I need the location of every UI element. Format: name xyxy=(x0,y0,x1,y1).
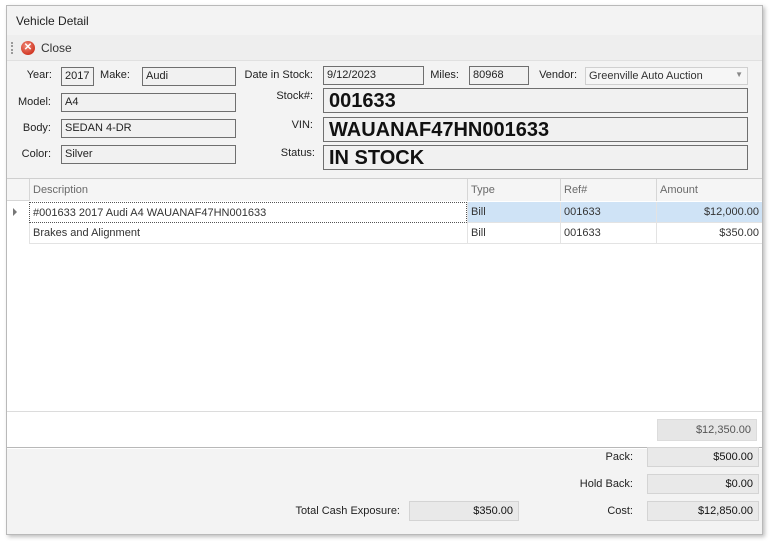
date-in-stock-label: Date in Stock: xyxy=(244,69,313,81)
column-header-type[interactable]: Type xyxy=(467,179,560,201)
cell-amount[interactable]: $12,000.00 xyxy=(656,202,762,223)
stock-field[interactable]: 001633 xyxy=(323,88,748,113)
cost-value: $12,850.00 xyxy=(647,501,759,521)
toolbar-grip-handle[interactable] xyxy=(11,42,13,54)
column-header-amount[interactable]: Amount xyxy=(656,179,762,201)
vin-field[interactable]: WAUANAF47HN001633 xyxy=(323,117,748,142)
cost-label: Cost: xyxy=(607,505,633,517)
vendor-value: Greenville Auto Auction xyxy=(589,70,703,82)
total-cash-exposure-label: Total Cash Exposure: xyxy=(295,505,400,517)
grid-total-amount: $12,350.00 xyxy=(657,419,757,441)
color-field[interactable]: Silver xyxy=(61,145,236,164)
column-header-description[interactable]: Description xyxy=(29,179,467,201)
cell-ref[interactable]: 001633 xyxy=(560,202,656,223)
table-row[interactable]: Brakes and Alignment Bill 001633 $350.00 xyxy=(7,223,762,244)
close-button-label: Close xyxy=(41,41,72,55)
chevron-down-icon[interactable]: ▼ xyxy=(735,70,743,79)
cell-description[interactable]: Brakes and Alignment xyxy=(29,223,467,244)
close-button[interactable]: ✕ Close xyxy=(21,39,72,57)
hold-back-label: Hold Back: xyxy=(579,478,633,490)
cell-type[interactable]: Bill xyxy=(467,223,560,244)
close-icon: ✕ xyxy=(21,41,35,55)
miles-label: Miles: xyxy=(430,69,459,81)
stock-label: Stock#: xyxy=(276,90,313,102)
cell-type[interactable]: Bill xyxy=(467,202,560,223)
model-label: Model: xyxy=(17,96,51,108)
color-label: Color: xyxy=(21,148,51,160)
total-cash-exposure-value: $350.00 xyxy=(409,501,519,521)
cell-description[interactable]: #001633 2017 Audi A4 WAUANAF47HN001633 xyxy=(29,202,467,223)
pack-label: Pack: xyxy=(605,451,633,463)
year-field[interactable]: 2017 xyxy=(61,67,94,86)
miles-field[interactable]: 80968 xyxy=(469,66,529,85)
window-title: Vehicle Detail xyxy=(7,6,762,35)
cell-ref[interactable]: 001633 xyxy=(560,223,656,244)
row-indicator-icon xyxy=(13,208,17,216)
date-in-stock-field[interactable]: 9/12/2023 xyxy=(323,66,424,85)
status-field[interactable]: IN STOCK xyxy=(323,145,748,170)
body-field[interactable]: SEDAN 4-DR xyxy=(61,119,236,138)
table-row[interactable]: #001633 2017 Audi A4 WAUANAF47HN001633 B… xyxy=(7,202,762,223)
year-label: Year: xyxy=(26,69,52,81)
vehicle-detail-window: Vehicle Detail ✕ Close Year: 2017 Make: … xyxy=(6,5,763,535)
grid-footer: $12,350.00 xyxy=(7,411,762,449)
column-header-ref[interactable]: Ref# xyxy=(560,179,656,201)
cell-amount[interactable]: $350.00 xyxy=(656,223,762,244)
vendor-label: Vendor: xyxy=(539,69,577,81)
status-label: Status: xyxy=(280,147,315,159)
vin-label: VIN: xyxy=(291,119,313,131)
transactions-grid[interactable]: Description Type Ref# Amount #001633 201… xyxy=(7,178,762,449)
make-field[interactable]: Audi xyxy=(142,67,236,86)
make-label: Make: xyxy=(100,69,130,81)
vendor-select[interactable]: Greenville Auto Auction ▼ xyxy=(585,67,748,85)
body-label: Body: xyxy=(22,122,51,134)
toolbar: ✕ Close xyxy=(7,35,762,61)
hold-back-value: $0.00 xyxy=(647,474,759,494)
pack-value: $500.00 xyxy=(647,447,759,467)
model-field[interactable]: A4 xyxy=(61,93,236,112)
